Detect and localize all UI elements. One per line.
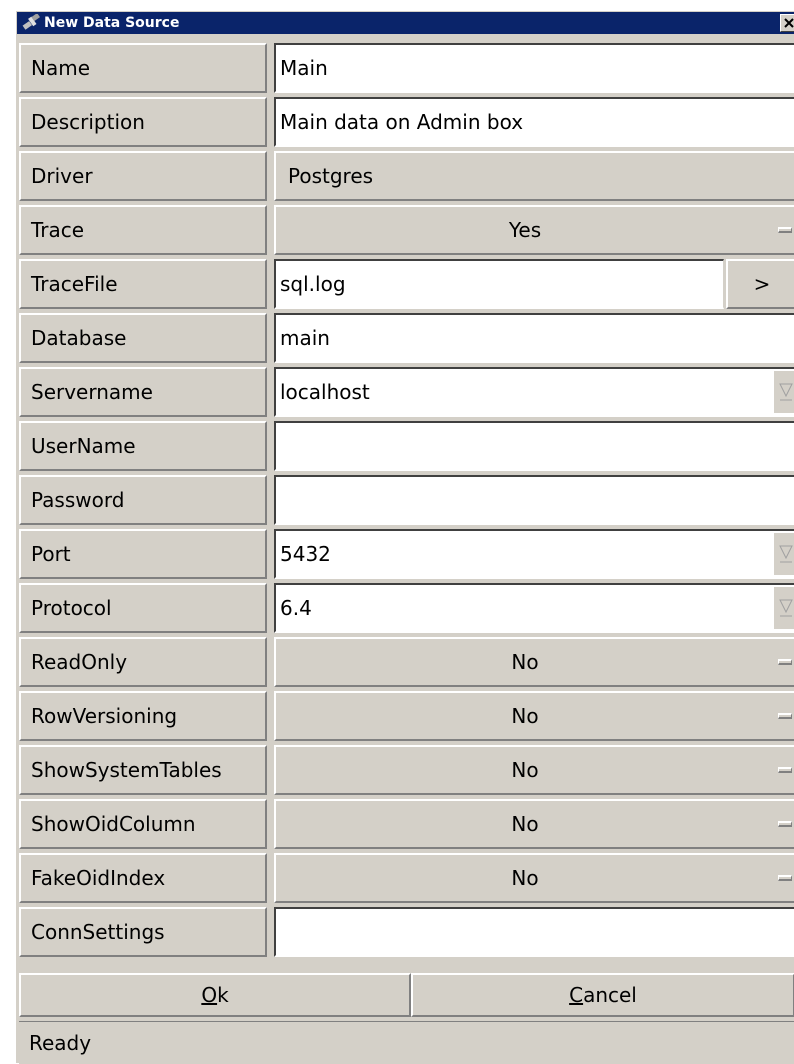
ok-button[interactable]: Ok xyxy=(19,973,411,1017)
row-servername: Servername localhost xyxy=(16,367,794,417)
row-showoidcolumn: ShowOidColumn No xyxy=(16,799,794,849)
driver-label: Driver xyxy=(19,151,267,201)
protocol-label: Protocol xyxy=(19,583,267,633)
row-tracefile: TraceFile sql.log > xyxy=(16,259,794,309)
option-menu-indicator-icon xyxy=(778,875,792,881)
servername-label: Servername xyxy=(19,367,267,417)
protocol-value: 6.4 xyxy=(280,596,312,620)
option-menu-indicator-icon xyxy=(778,821,792,827)
description-label: Description xyxy=(19,97,267,147)
rowversioning-label: RowVersioning xyxy=(19,691,267,741)
port-value: 5432 xyxy=(280,542,331,566)
trace-option-menu[interactable]: Yes xyxy=(274,205,794,255)
rowversioning-value: No xyxy=(511,704,539,728)
row-driver: Driver Postgres xyxy=(16,151,794,201)
driver-value: Postgres xyxy=(274,151,794,201)
port-dropdown-button[interactable] xyxy=(773,533,794,575)
close-icon xyxy=(784,18,794,28)
name-field[interactable]: Main xyxy=(274,43,794,93)
tracefile-browse-button[interactable]: > xyxy=(726,259,794,309)
cancel-label-rest: ancel xyxy=(583,983,637,1007)
password-label: Password xyxy=(19,475,267,525)
showoidcolumn-label: ShowOidColumn xyxy=(19,799,267,849)
port-label: Port xyxy=(19,529,267,579)
port-combo[interactable]: 5432 xyxy=(274,529,794,579)
option-menu-indicator-icon xyxy=(778,767,792,773)
showoidcolumn-option-menu[interactable]: No xyxy=(274,799,794,849)
row-showsystemtables: ShowSystemTables No xyxy=(16,745,794,795)
connsettings-label: ConnSettings xyxy=(19,907,267,957)
option-menu-indicator-icon xyxy=(778,713,792,719)
fakeoidindex-value: No xyxy=(511,866,539,890)
row-description: Description Main data on Admin box xyxy=(16,97,794,147)
row-name: Name Main xyxy=(16,43,794,93)
servername-combo[interactable]: localhost xyxy=(274,367,794,417)
description-field[interactable]: Main data on Admin box xyxy=(274,97,794,147)
readonly-value: No xyxy=(511,650,539,674)
row-fakeoidindex: FakeOidIndex No xyxy=(16,853,794,903)
database-label: Database xyxy=(19,313,267,363)
password-field[interactable] xyxy=(274,475,794,525)
name-label: Name xyxy=(19,43,267,93)
new-data-source-dialog: New Data Source Name Main Description Ma… xyxy=(15,10,794,1064)
row-protocol: Protocol 6.4 xyxy=(16,583,794,633)
row-username: UserName xyxy=(16,421,794,471)
readonly-option-menu[interactable]: No xyxy=(274,637,794,687)
protocol-dropdown-button[interactable] xyxy=(773,587,794,629)
database-field[interactable]: main xyxy=(274,313,794,363)
protocol-combo[interactable]: 6.4 xyxy=(274,583,794,633)
showoidcolumn-value: No xyxy=(511,812,539,836)
fakeoidindex-label: FakeOidIndex xyxy=(19,853,267,903)
row-connsettings: ConnSettings xyxy=(16,907,794,957)
option-menu-indicator-icon xyxy=(778,659,792,665)
cancel-mnemonic: C xyxy=(569,983,584,1007)
fakeoidindex-option-menu[interactable]: No xyxy=(274,853,794,903)
trace-label: Trace xyxy=(19,205,267,255)
row-port: Port 5432 xyxy=(16,529,794,579)
cancel-button[interactable]: Cancel xyxy=(411,973,794,1017)
window-title: New Data Source xyxy=(44,15,180,31)
showsystemtables-label: ShowSystemTables xyxy=(19,745,267,795)
chevron-down-icon xyxy=(778,545,793,563)
row-trace: Trace Yes xyxy=(16,205,794,255)
tracefile-label: TraceFile xyxy=(19,259,267,309)
status-bar: Ready xyxy=(19,1021,794,1064)
showsystemtables-option-menu[interactable]: No xyxy=(274,745,794,795)
servername-value: localhost xyxy=(280,380,370,404)
showsystemtables-value: No xyxy=(511,758,539,782)
servername-dropdown-button[interactable] xyxy=(773,371,794,413)
row-database: Database main xyxy=(16,313,794,363)
connsettings-field[interactable] xyxy=(274,907,794,957)
username-label: UserName xyxy=(19,421,267,471)
close-button[interactable] xyxy=(780,14,794,32)
row-rowversioning: RowVersioning No xyxy=(16,691,794,741)
tracefile-field[interactable]: sql.log xyxy=(274,259,724,309)
chevron-down-icon xyxy=(778,383,793,401)
chevron-down-icon xyxy=(778,599,793,617)
option-menu-indicator-icon xyxy=(778,227,792,233)
dialog-buttons: Ok Cancel xyxy=(19,973,794,1017)
ok-mnemonic: O xyxy=(201,983,218,1007)
username-field[interactable] xyxy=(274,421,794,471)
title-bar[interactable]: New Data Source xyxy=(17,12,794,34)
row-password: Password xyxy=(16,475,794,525)
readonly-label: ReadOnly xyxy=(19,637,267,687)
ok-label-rest: k xyxy=(217,983,229,1007)
trace-value: Yes xyxy=(508,218,542,242)
satellite-icon xyxy=(20,13,42,33)
row-readonly: ReadOnly No xyxy=(16,637,794,687)
rowversioning-option-menu[interactable]: No xyxy=(274,691,794,741)
